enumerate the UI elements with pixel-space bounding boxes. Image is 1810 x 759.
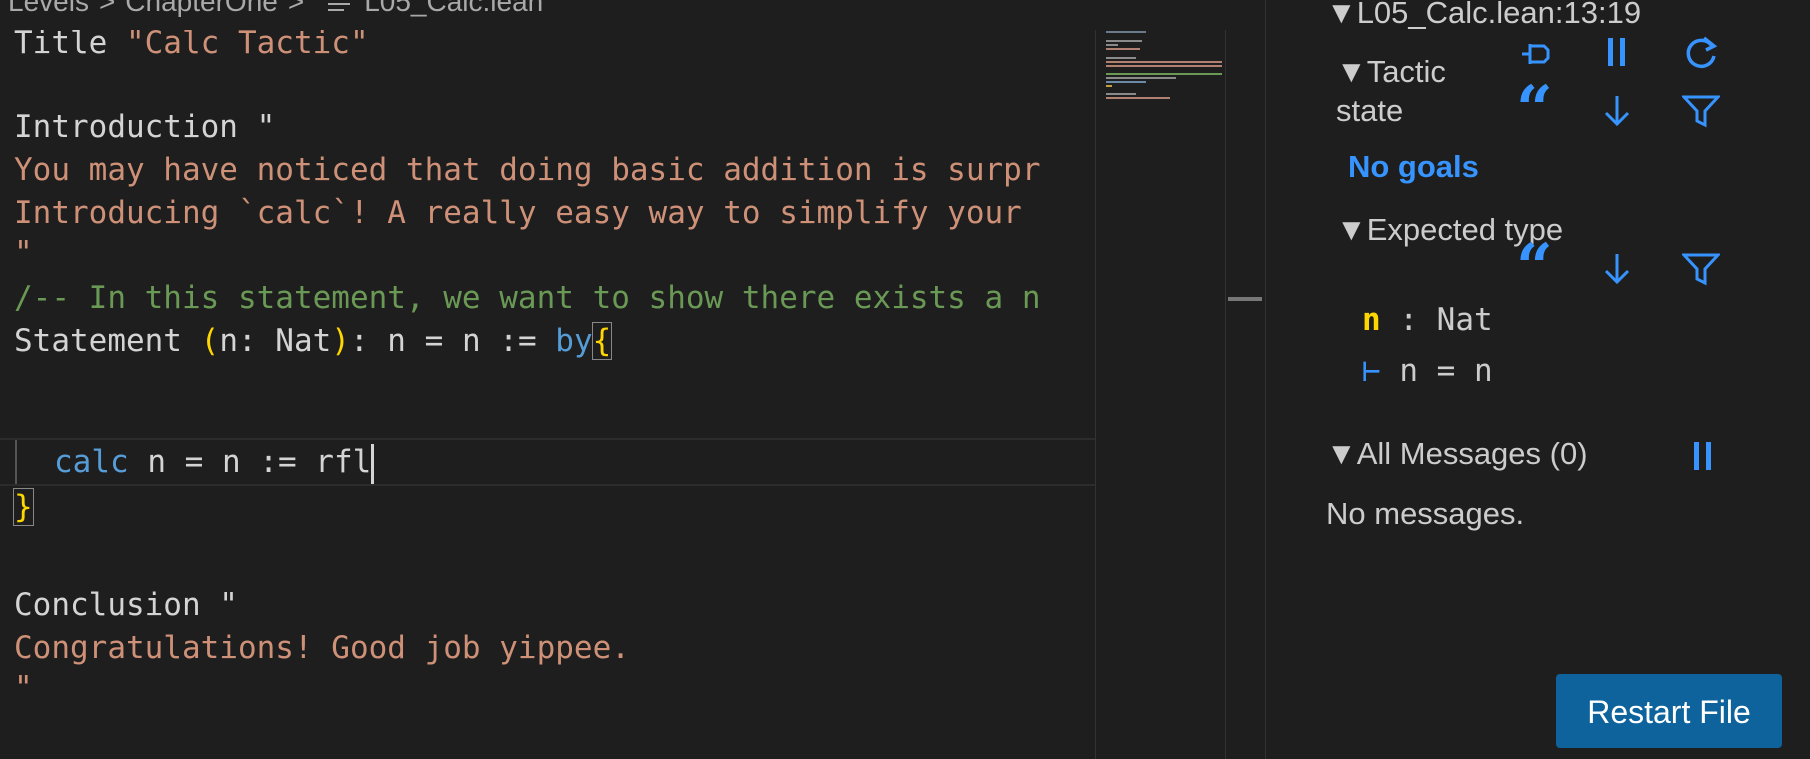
lean-infoview: ▼L05_Calc.lean:13:19 ▼Tactic state “ No …: [1265, 0, 1810, 759]
minimap-row: [1106, 61, 1222, 63]
scrollbar-thumb[interactable]: [1228, 297, 1262, 301]
refresh-icon[interactable]: [1682, 34, 1720, 72]
code-line-conclusion-text: Congratulations! Good job yippee.: [14, 630, 630, 666]
triangle-down-icon: ▼: [1326, 0, 1357, 30]
minimap-row: [1106, 97, 1170, 99]
no-goals-text: No goals: [1348, 149, 1479, 184]
triangle-down-icon: ▼: [1336, 54, 1367, 89]
arrow-down-icon[interactable]: [1602, 94, 1632, 128]
minimap-row: [1106, 44, 1118, 46]
breadcrumb-separator: >: [287, 0, 305, 17]
hypothesis-type[interactable]: Nat: [1437, 302, 1493, 338]
goal-line: ⊢ n = n: [1362, 353, 1493, 389]
code-line-close-brace: }: [13, 488, 34, 526]
quote-icon[interactable]: “: [1516, 78, 1553, 142]
minimap-row: [1106, 81, 1146, 83]
hypothesis-name[interactable]: n: [1362, 302, 1381, 338]
pin-icon[interactable]: [1518, 36, 1554, 72]
filter-icon[interactable]: [1682, 252, 1720, 286]
breadcrumb: Levels > ChapterOne > L05_Calc.lean: [0, 0, 1265, 30]
file-lines-icon: [328, 0, 351, 13]
breadcrumb-chapter[interactable]: ChapterOne: [125, 0, 278, 17]
breadcrumb-levels[interactable]: Levels: [8, 0, 89, 17]
goal-expression[interactable]: n = n: [1381, 353, 1492, 389]
code-line-intro-text-2: Introducing `calc`! A really easy way to…: [14, 195, 1022, 231]
minimap-row: [1106, 77, 1176, 79]
code-line-intro-close: ": [14, 235, 33, 271]
hypothesis-line: n : Nat: [1362, 302, 1493, 338]
minimap-row: [1106, 31, 1146, 33]
all-messages-header[interactable]: ▼All Messages (0): [1326, 436, 1588, 472]
tactic-state-header-line2: state: [1336, 93, 1404, 128]
tactic-state-header[interactable]: ▼Tactic: [1336, 54, 1446, 90]
quote-icon[interactable]: “: [1516, 236, 1553, 300]
no-messages-text: No messages.: [1326, 496, 1525, 531]
file-position-header[interactable]: ▼L05_Calc.lean:13:19: [1326, 0, 1641, 31]
text-cursor: [371, 443, 375, 484]
minimap-row: [1106, 48, 1140, 50]
minimap-row: [1106, 93, 1136, 95]
minimap-row: [1106, 85, 1112, 87]
indent-guide: [15, 440, 17, 484]
code-line-title: Title "Calc Tactic": [14, 30, 369, 61]
triangle-down-icon: ▼: [1336, 212, 1367, 247]
triangle-down-icon: ▼: [1326, 436, 1357, 471]
minimap[interactable]: [1095, 30, 1226, 759]
filter-icon[interactable]: [1682, 94, 1720, 128]
editor-scrollbar[interactable]: [1225, 30, 1266, 759]
code-line-statement: Statement (n: Nat): n = n := by{: [14, 322, 613, 360]
minimap-row: [1106, 57, 1136, 59]
breadcrumb-file[interactable]: L05_Calc.lean: [364, 0, 543, 17]
restart-file-button[interactable]: Restart File: [1556, 674, 1782, 748]
pause-icon[interactable]: [1604, 36, 1630, 70]
code-line-conclusion-close: ": [14, 670, 33, 706]
minimap-row: [1106, 40, 1142, 42]
arrow-down-icon[interactable]: [1602, 252, 1632, 286]
minimap-row: [1106, 65, 1222, 67]
minimap-row: [1106, 73, 1222, 75]
breadcrumb-separator: >: [98, 0, 116, 17]
pause-icon[interactable]: [1690, 440, 1716, 474]
turnstile-symbol: ⊢: [1362, 353, 1381, 389]
code-editor[interactable]: Title "Calc Tactic" Introduction " You m…: [0, 30, 1095, 759]
code-line-calc: calc n = n := rfl: [54, 437, 375, 487]
